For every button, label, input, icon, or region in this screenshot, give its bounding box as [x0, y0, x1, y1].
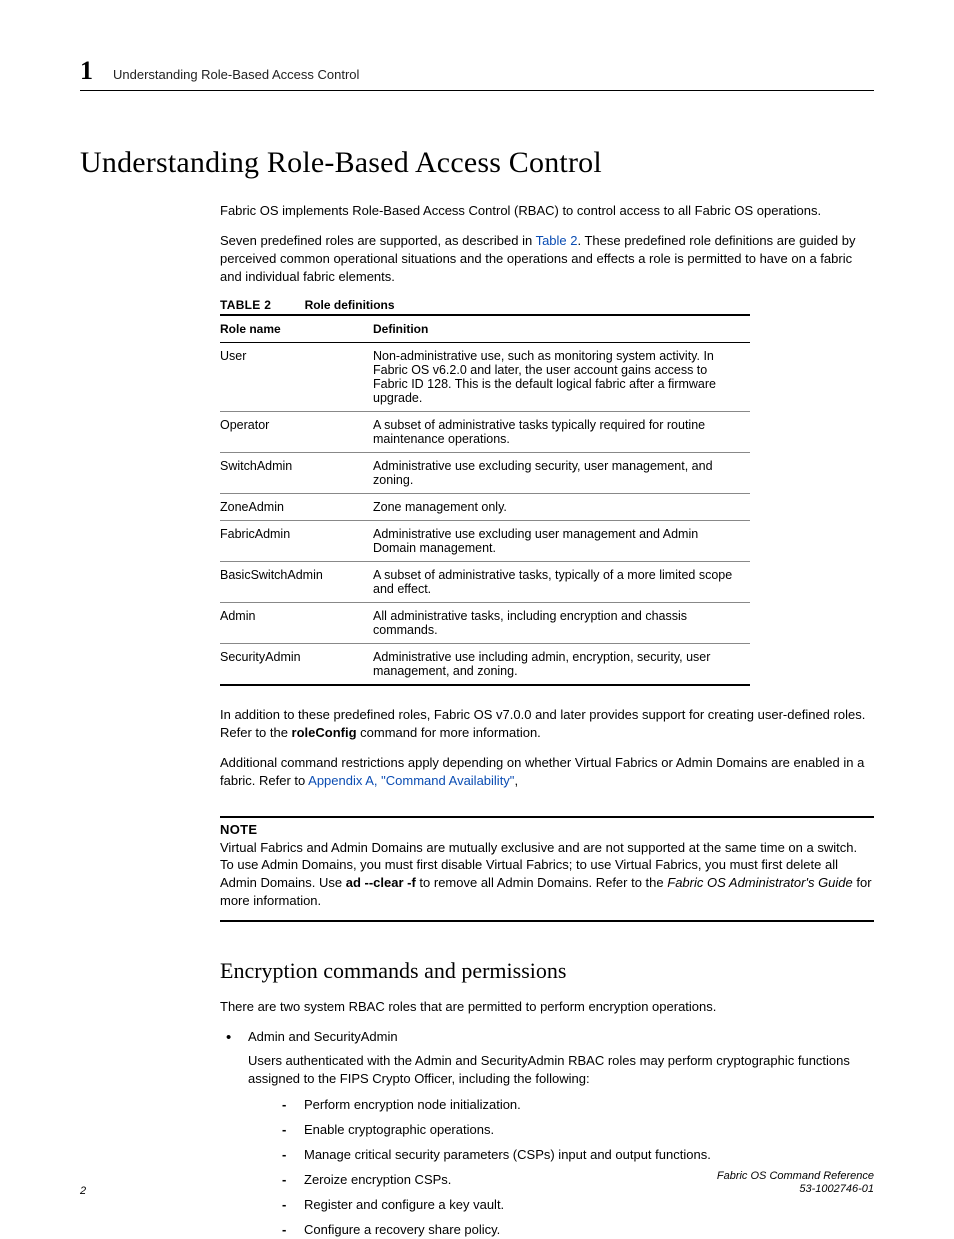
role-name-cell: Operator [220, 411, 373, 452]
list-item: Enable cryptographic operations. [248, 1121, 874, 1139]
role-def-cell: A subset of administrative tasks, typica… [373, 561, 750, 602]
section-heading: Encryption commands and permissions [220, 958, 874, 984]
text: , [514, 773, 518, 788]
table-row: SecurityAdminAdministrative use includin… [220, 643, 750, 685]
list-item: Manage critical security parameters (CSP… [248, 1146, 874, 1164]
role-def-cell: Administrative use excluding security, u… [373, 452, 750, 493]
list-item-title: Admin and SecurityAdmin [248, 1029, 398, 1044]
role-name-cell: User [220, 342, 373, 411]
table-caption: TABLE 2 Role definitions [220, 298, 874, 312]
column-header: Role name [220, 315, 373, 343]
doc-number: 53-1002746-01 [799, 1183, 874, 1195]
appendix-link[interactable]: Appendix A, "Command Availability" [308, 773, 514, 788]
paragraph: There are two system RBAC roles that are… [220, 998, 874, 1016]
role-def-cell: A subset of administrative tasks typical… [373, 411, 750, 452]
table-label: TABLE 2 [220, 298, 271, 312]
doc-title: Fabric OS Command Reference [717, 1170, 874, 1182]
paragraph: Additional command restrictions apply de… [220, 754, 874, 790]
role-def-cell: Non-administrative use, such as monitori… [373, 342, 750, 411]
text: command for more information. [357, 725, 541, 740]
paragraph: Seven predefined roles are supported, as… [220, 232, 874, 286]
page-number: 2 [80, 1185, 86, 1197]
list-item: Perform encryption node initialization. [248, 1096, 874, 1114]
paragraph: In addition to these predefined roles, F… [220, 706, 874, 742]
list-item: Admin and SecurityAdmin Users authentica… [220, 1028, 874, 1238]
text: to remove all Admin Domains. Refer to th… [416, 875, 667, 890]
role-name-cell: SecurityAdmin [220, 643, 373, 685]
table-row: ZoneAdminZone management only. [220, 493, 750, 520]
note-label: NOTE [220, 822, 874, 837]
table-title: Role definitions [305, 298, 395, 312]
page-title: Understanding Role-Based Access Control [80, 146, 874, 180]
chapter-running-title: Understanding Role-Based Access Control [113, 67, 359, 82]
role-def-cell: All administrative tasks, including encr… [373, 602, 750, 643]
doc-title-ref: Fabric OS Administrator's Guide [667, 875, 853, 890]
role-def-cell: Administrative use excluding user manage… [373, 520, 750, 561]
role-name-cell: ZoneAdmin [220, 493, 373, 520]
command-name: roleConfig [292, 725, 357, 740]
list-item: Configure a recovery share policy. [248, 1221, 874, 1239]
table-row: AdminAll administrative tasks, including… [220, 602, 750, 643]
table-row: UserNon-administrative use, such as moni… [220, 342, 750, 411]
running-header: 1 Understanding Role-Based Access Contro… [80, 58, 874, 91]
role-name-cell: BasicSwitchAdmin [220, 561, 373, 602]
dash-list: Perform encryption node initialization. … [248, 1096, 874, 1239]
list-item: Register and configure a key vault. [248, 1196, 874, 1214]
table-ref-link[interactable]: Table 2 [536, 233, 578, 248]
column-header: Definition [373, 315, 750, 343]
table-row: FabricAdminAdministrative use excluding … [220, 520, 750, 561]
role-name-cell: Admin [220, 602, 373, 643]
table-row: BasicSwitchAdminA subset of administrati… [220, 561, 750, 602]
chapter-number: 1 [80, 58, 93, 84]
bullet-list: Admin and SecurityAdmin Users authentica… [220, 1028, 874, 1238]
note-rule [220, 816, 874, 818]
note-body: Virtual Fabrics and Admin Domains are mu… [220, 839, 874, 911]
note-rule [220, 920, 874, 922]
role-name-cell: SwitchAdmin [220, 452, 373, 493]
table-row: OperatorA subset of administrative tasks… [220, 411, 750, 452]
text: Seven predefined roles are supported, as… [220, 233, 536, 248]
role-definitions-table: Role name Definition UserNon-administrat… [220, 314, 750, 686]
role-def-cell: Zone management only. [373, 493, 750, 520]
paragraph: Fabric OS implements Role-Based Access C… [220, 202, 874, 220]
list-item-body: Users authenticated with the Admin and S… [248, 1052, 874, 1088]
table-row: SwitchAdminAdministrative use excluding … [220, 452, 750, 493]
command-name: ad --clear -f [346, 875, 416, 890]
page-footer: 2 Fabric OS Command Reference 53-1002746… [80, 1170, 874, 1198]
role-name-cell: FabricAdmin [220, 520, 373, 561]
role-def-cell: Administrative use including admin, encr… [373, 643, 750, 685]
